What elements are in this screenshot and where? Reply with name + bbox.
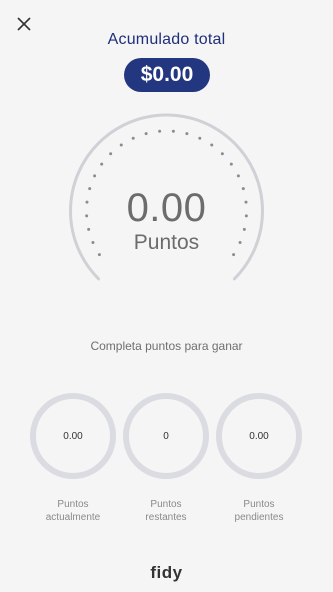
gauge-dot — [185, 132, 189, 136]
stat-circle-pending: 0.00 — [216, 393, 302, 479]
total-amount-badge: $0.00 — [124, 58, 210, 92]
stat-caption-line2: pendientes — [234, 512, 284, 523]
gauge-dot — [171, 129, 175, 133]
progress-subtitle: Completa puntos para ganar — [90, 339, 243, 353]
gauge-dot — [93, 174, 97, 178]
gauge-label: Puntos — [133, 231, 200, 254]
gauge-dot — [158, 129, 162, 133]
gauge-value: 0.00 — [126, 186, 207, 230]
brand-logo: fidy — [150, 563, 183, 582]
stat-circle-remaining: 0 — [123, 393, 209, 479]
gauge-dot — [119, 143, 123, 147]
gauge-dot — [100, 162, 104, 166]
stat-caption-line1: Puntos — [150, 499, 182, 510]
gauge-dot — [236, 174, 240, 178]
gauge-dot — [229, 162, 233, 166]
page-title: Acumulado total — [107, 31, 226, 48]
stat-caption-current: Puntos actualmente — [28, 498, 118, 524]
stat-value-current: 0.00 — [63, 430, 83, 442]
stat-caption-line1: Puntos — [57, 499, 89, 510]
gauge-dot — [210, 143, 214, 147]
stat-value-remaining: 0 — [163, 430, 169, 442]
gauge-dot — [131, 136, 135, 140]
stat-caption-line2: restantes — [145, 512, 187, 523]
total-amount: $0.00 — [140, 63, 194, 86]
stat-caption-line1: Puntos — [243, 499, 275, 510]
gauge-dot — [198, 136, 202, 140]
gauge-dot — [109, 152, 113, 156]
stat-caption-pending: Puntos pendientes — [214, 498, 304, 524]
stat-caption-remaining: Puntos restantes — [121, 498, 211, 524]
gauge-dot — [144, 132, 148, 136]
stat-circle-current: 0.00 — [30, 393, 116, 479]
stat-caption-line2: actualmente — [45, 512, 101, 523]
stat-value-pending: 0.00 — [249, 430, 269, 442]
gauge-dot — [220, 152, 224, 156]
close-icon — [17, 17, 31, 31]
